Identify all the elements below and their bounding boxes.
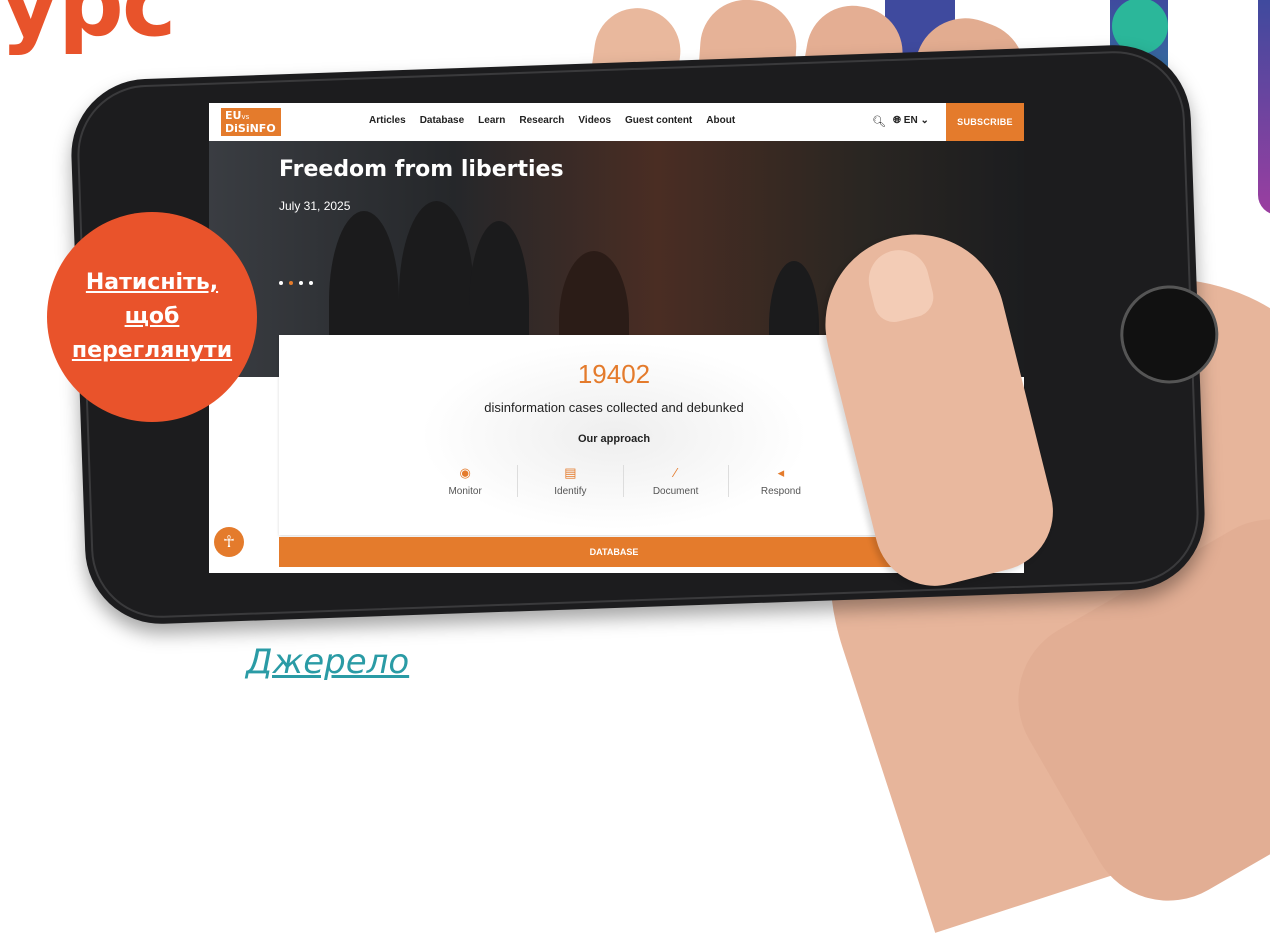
carousel-dot[interactable] <box>279 281 283 285</box>
source-link[interactable]: Джерело <box>246 642 409 682</box>
carousel-dot-active[interactable] <box>289 281 293 285</box>
carousel-dot[interactable] <box>309 281 313 285</box>
globe-icon: 🌐︎ <box>893 115 901 126</box>
main-nav: Articles Database Learn Research Videos … <box>369 115 735 126</box>
hero-date: July 31, 2025 <box>279 199 351 213</box>
brush-icon: ∕ <box>674 465 677 480</box>
step-respond[interactable]: ◂ Respond <box>729 465 833 497</box>
search-icon[interactable]: 🔍︎ <box>872 115 886 128</box>
nav-item-articles[interactable]: Articles <box>369 115 406 126</box>
accessibility-icon[interactable]: ☥ <box>214 527 244 557</box>
approach-steps: ◉ Monitor ▤ Identify ∕ Document ◂ Respon… <box>413 465 833 497</box>
database-button[interactable]: DATABASE <box>279 537 949 567</box>
id-card-icon: ▤ <box>564 465 577 480</box>
step-label: Monitor <box>448 486 482 497</box>
decorative-bar <box>1258 0 1270 215</box>
cta-line: переглянути <box>71 338 233 363</box>
step-label: Respond <box>760 486 801 497</box>
step-identify[interactable]: ▤ Identify <box>518 465 624 497</box>
approach-label: Our approach <box>577 433 651 445</box>
hero-title[interactable]: Freedom from liberties <box>279 157 564 182</box>
carousel-dot[interactable] <box>299 281 303 285</box>
step-monitor[interactable]: ◉ Monitor <box>413 465 519 497</box>
eye-icon: ◉ <box>459 465 471 480</box>
step-document[interactable]: ∕ Document <box>624 465 729 497</box>
nav-item-about[interactable]: About <box>706 115 735 126</box>
nav-item-guest-content[interactable]: Guest content <box>625 115 692 126</box>
slide-heading: урс <box>0 0 176 57</box>
logo-text: DiSiNFO <box>225 122 276 135</box>
view-cta-button[interactable]: Натисніть, щоб переглянути <box>47 212 257 422</box>
language-label: EN <box>903 115 918 126</box>
nav-item-database[interactable]: Database <box>420 115 464 126</box>
step-label: Identify <box>554 486 587 497</box>
cta-line: щоб <box>124 304 180 329</box>
nav-item-research[interactable]: Research <box>519 115 564 126</box>
subscribe-button[interactable]: SUBSCRIBE <box>946 103 1024 141</box>
chevron-down-icon: ⌄ <box>920 115 929 126</box>
nav-item-learn[interactable]: Learn <box>478 115 505 126</box>
megaphone-icon: ◂ <box>777 465 785 480</box>
logo-text: EU <box>225 109 242 122</box>
language-selector[interactable]: 🌐︎ EN ⌄ <box>893 115 929 126</box>
step-label: Document <box>652 486 699 497</box>
cta-line: Натисніть, <box>85 270 219 295</box>
nav-item-videos[interactable]: Videos <box>578 115 611 126</box>
logo-text: vs <box>241 113 250 121</box>
site-header: EUvs DiSiNFO Articles Database Learn Res… <box>209 103 1024 141</box>
carousel-dots <box>279 281 313 285</box>
site-logo[interactable]: EUvs DiSiNFO <box>221 108 281 136</box>
